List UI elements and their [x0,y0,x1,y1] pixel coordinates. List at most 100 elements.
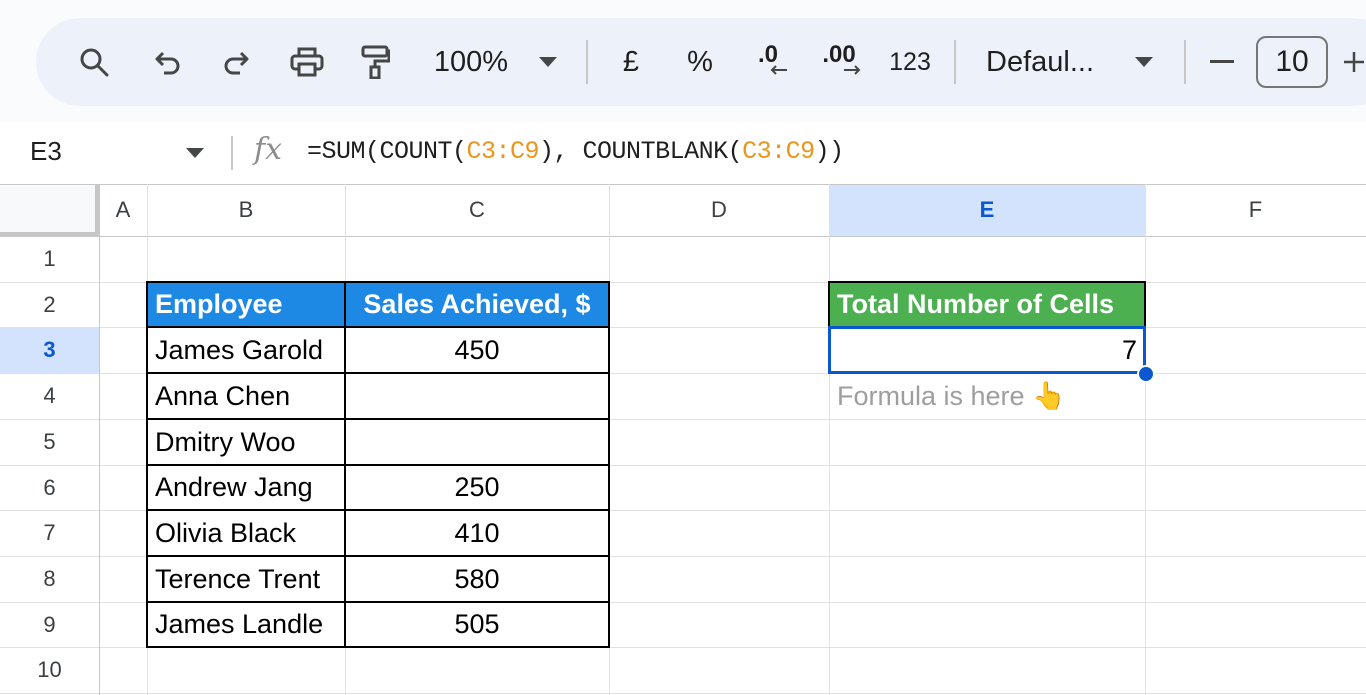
table-border [146,281,610,283]
plus-icon[interactable] [1344,18,1364,106]
font-family-select[interactable]: Defaul... [986,18,1110,106]
formula-text: )) [814,137,845,166]
formula-text: =SUM(COUNT( [307,137,467,166]
table-border [146,646,610,648]
row-header-8[interactable]: 8 [0,556,99,602]
toolbar-divider [954,40,956,84]
grid-line [0,184,1366,185]
sales-cell[interactable] [345,373,609,419]
table-border [344,281,346,648]
table-border [146,372,610,374]
column-header-d[interactable]: D [609,184,829,236]
sales-cell[interactable]: 505 [345,602,609,647]
currency-label: £ [622,45,640,78]
sales-cell[interactable]: 450 [345,327,609,373]
active-cell-selection [828,326,1146,374]
font-family-value: Defaul... [986,45,1094,78]
column-header-e[interactable]: E [829,184,1145,236]
sales-cell[interactable]: 410 [345,510,609,556]
decrease-decimal-button[interactable]: .0 [746,18,790,106]
formula-input[interactable]: =SUM(COUNT(C3:C9), COUNTBLANK(C3:C9)) [307,137,844,166]
formula-range-ref: C3:C9 [742,137,815,166]
sales-cell[interactable]: 580 [345,556,609,602]
arrow-right-icon [844,65,861,75]
table-header-sales[interactable]: Sales Achieved, $ [345,282,609,327]
table-border [146,509,610,511]
increase-decimal-label: .00 [822,41,856,68]
result-border [828,281,830,328]
name-box[interactable]: E3 [30,136,62,167]
chevron-down-icon[interactable] [186,148,204,158]
employee-cell[interactable]: James Landle [147,602,345,647]
zoom-select[interactable]: 100% [428,18,514,106]
formula-bar-divider [231,136,233,170]
redo-icon[interactable] [216,18,256,106]
decrease-decimal-label: .0 [757,41,778,68]
font-size-input[interactable]: 10 [1256,36,1328,88]
result-border [1144,281,1146,328]
font-size-value: 10 [1275,45,1309,78]
grid-line [0,236,1366,237]
grid-line [829,184,830,695]
arrow-left-icon [770,65,787,75]
formula-note[interactable]: Formula is here 👆 [829,373,1145,419]
undo-icon[interactable] [148,18,188,106]
currency-format-button[interactable]: £ [616,18,646,106]
grid-line [0,693,1366,694]
minus-icon[interactable] [1206,18,1238,106]
row-header-10[interactable]: 10 [0,647,99,693]
employee-cell[interactable]: Andrew Jang [147,465,345,510]
result-border [828,281,1146,283]
grid-line [99,184,100,695]
table-border [146,601,610,603]
table-header-employee[interactable]: Employee [147,282,345,327]
table-border [146,326,610,328]
grid-line [1145,184,1146,695]
employee-cell[interactable]: Dmitry Woo [147,419,345,465]
table-border [608,281,610,648]
print-icon[interactable] [286,18,328,106]
row-header-1[interactable]: 1 [0,236,99,282]
employee-cell[interactable]: Terence Trent [147,556,345,602]
column-header-b[interactable]: B [147,184,345,236]
fx-icon: fx [254,132,283,167]
formula-bar: E3 fx =SUM(COUNT(C3:C9), COUNTBLANK(C3:C… [0,122,1366,184]
toolbar-divider [1184,40,1186,84]
toolbar-divider [586,40,588,84]
table-border [146,555,610,557]
column-header-c[interactable]: C [345,184,609,236]
column-header-a[interactable]: A [99,184,147,236]
search-icon[interactable] [74,18,114,106]
sales-cell[interactable] [345,419,609,465]
employee-cell[interactable]: Olivia Black [147,510,345,556]
chevron-down-icon[interactable] [1132,18,1156,106]
row-header-6[interactable]: 6 [0,465,99,510]
toolbar: 100% £ % .0 .00 123 Defaul... 10 [36,18,1366,106]
row-header-3[interactable]: 3 [0,327,99,373]
increase-decimal-button[interactable]: .00 [814,18,864,106]
employee-cell[interactable]: Anna Chen [147,373,345,419]
result-header[interactable]: Total Number of Cells [829,282,1145,327]
formula-text: ), COUNTBLANK( [539,137,743,166]
formula-range-ref: C3:C9 [466,137,540,166]
row-header-4[interactable]: 4 [0,373,99,419]
table-border [146,464,610,466]
fill-handle[interactable] [1137,365,1155,383]
chevron-down-icon[interactable] [536,18,560,106]
percent-format-button[interactable]: % [682,18,718,106]
row-header-9[interactable]: 9 [0,602,99,647]
column-header-f[interactable]: F [1145,184,1366,236]
corner-frame [0,184,99,236]
number-format-label: 123 [889,47,931,76]
employee-cell[interactable]: James Garold [147,327,345,373]
paint-format-icon[interactable] [356,18,394,106]
row-header-7[interactable]: 7 [0,510,99,556]
spreadsheet-grid: A B C D E F 1 2 3 4 5 6 7 8 9 10 Employe… [0,184,1366,695]
sales-cell[interactable]: 250 [345,465,609,510]
zoom-value: 100% [433,45,509,78]
table-border [146,418,610,420]
table-border [146,281,148,648]
row-header-2[interactable]: 2 [0,282,99,327]
row-header-5[interactable]: 5 [0,419,99,465]
number-format-button[interactable]: 123 [886,18,934,106]
